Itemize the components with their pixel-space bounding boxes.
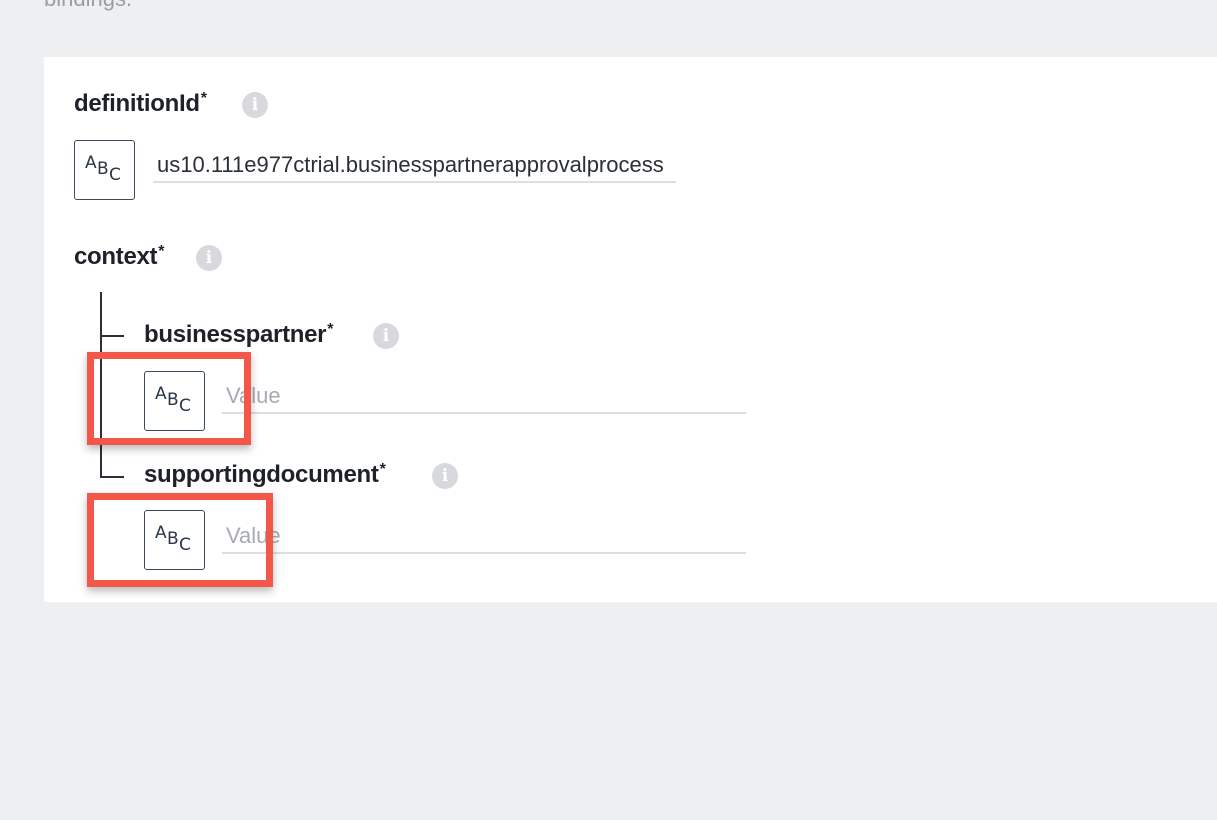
abc-type-icon[interactable]: A B C — [74, 140, 135, 200]
tree-connector-branch — [100, 476, 124, 478]
definitionid-label-text: definitionId — [74, 90, 200, 117]
required-mark: * — [327, 321, 334, 338]
context-label: context* — [74, 243, 164, 271]
supportingdocument-label-text: supportingdocument — [144, 461, 379, 488]
definitionid-input[interactable] — [153, 149, 676, 183]
abc-glyph-c: C — [109, 165, 121, 185]
definitionid-label: definitionId* — [74, 90, 207, 118]
abc-glyph-b: B — [97, 159, 109, 179]
abc-glyph-a: A — [85, 153, 97, 173]
tree-connector-branch — [100, 335, 124, 337]
info-icon[interactable]: i — [373, 323, 399, 349]
supportingdocument-label: supportingdocument* — [144, 461, 386, 489]
businesspartner-value-input[interactable] — [222, 380, 746, 414]
highlight-box — [87, 352, 251, 445]
supportingdocument-value-input[interactable] — [222, 520, 746, 554]
required-mark: * — [158, 243, 165, 260]
top-description-text: bindings. — [44, 0, 132, 12]
info-icon[interactable]: i — [432, 463, 458, 489]
info-icon[interactable]: i — [196, 245, 222, 271]
businesspartner-label: businesspartner* — [144, 321, 333, 349]
info-icon[interactable]: i — [242, 92, 268, 118]
businesspartner-label-text: businesspartner — [144, 321, 327, 348]
highlight-box — [87, 493, 273, 587]
required-mark: * — [200, 90, 207, 107]
required-mark: * — [379, 461, 386, 478]
context-label-text: context — [74, 243, 158, 270]
